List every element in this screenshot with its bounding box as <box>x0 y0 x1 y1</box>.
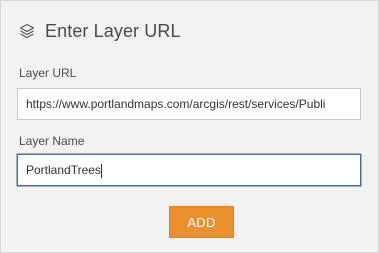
enter-layer-url-panel: Enter Layer URL Layer URL https://www.po… <box>0 0 379 253</box>
add-button[interactable]: ADD <box>169 206 234 238</box>
layer-name-input[interactable]: PortlandTrees <box>17 154 361 186</box>
text-cursor <box>100 163 102 178</box>
layer-url-input[interactable]: https://www.portlandmaps.com/arcgis/rest… <box>17 88 361 120</box>
layer-url-value: https://www.portlandmaps.com/arcgis/rest… <box>26 97 326 111</box>
layer-url-label: Layer URL <box>19 66 77 80</box>
layers-icon <box>18 22 36 40</box>
panel-title: Enter Layer URL <box>45 20 181 41</box>
layer-name-value: PortlandTrees <box>26 163 101 177</box>
layer-name-label: Layer Name <box>19 134 85 148</box>
panel-header: Enter Layer URL <box>18 18 181 44</box>
